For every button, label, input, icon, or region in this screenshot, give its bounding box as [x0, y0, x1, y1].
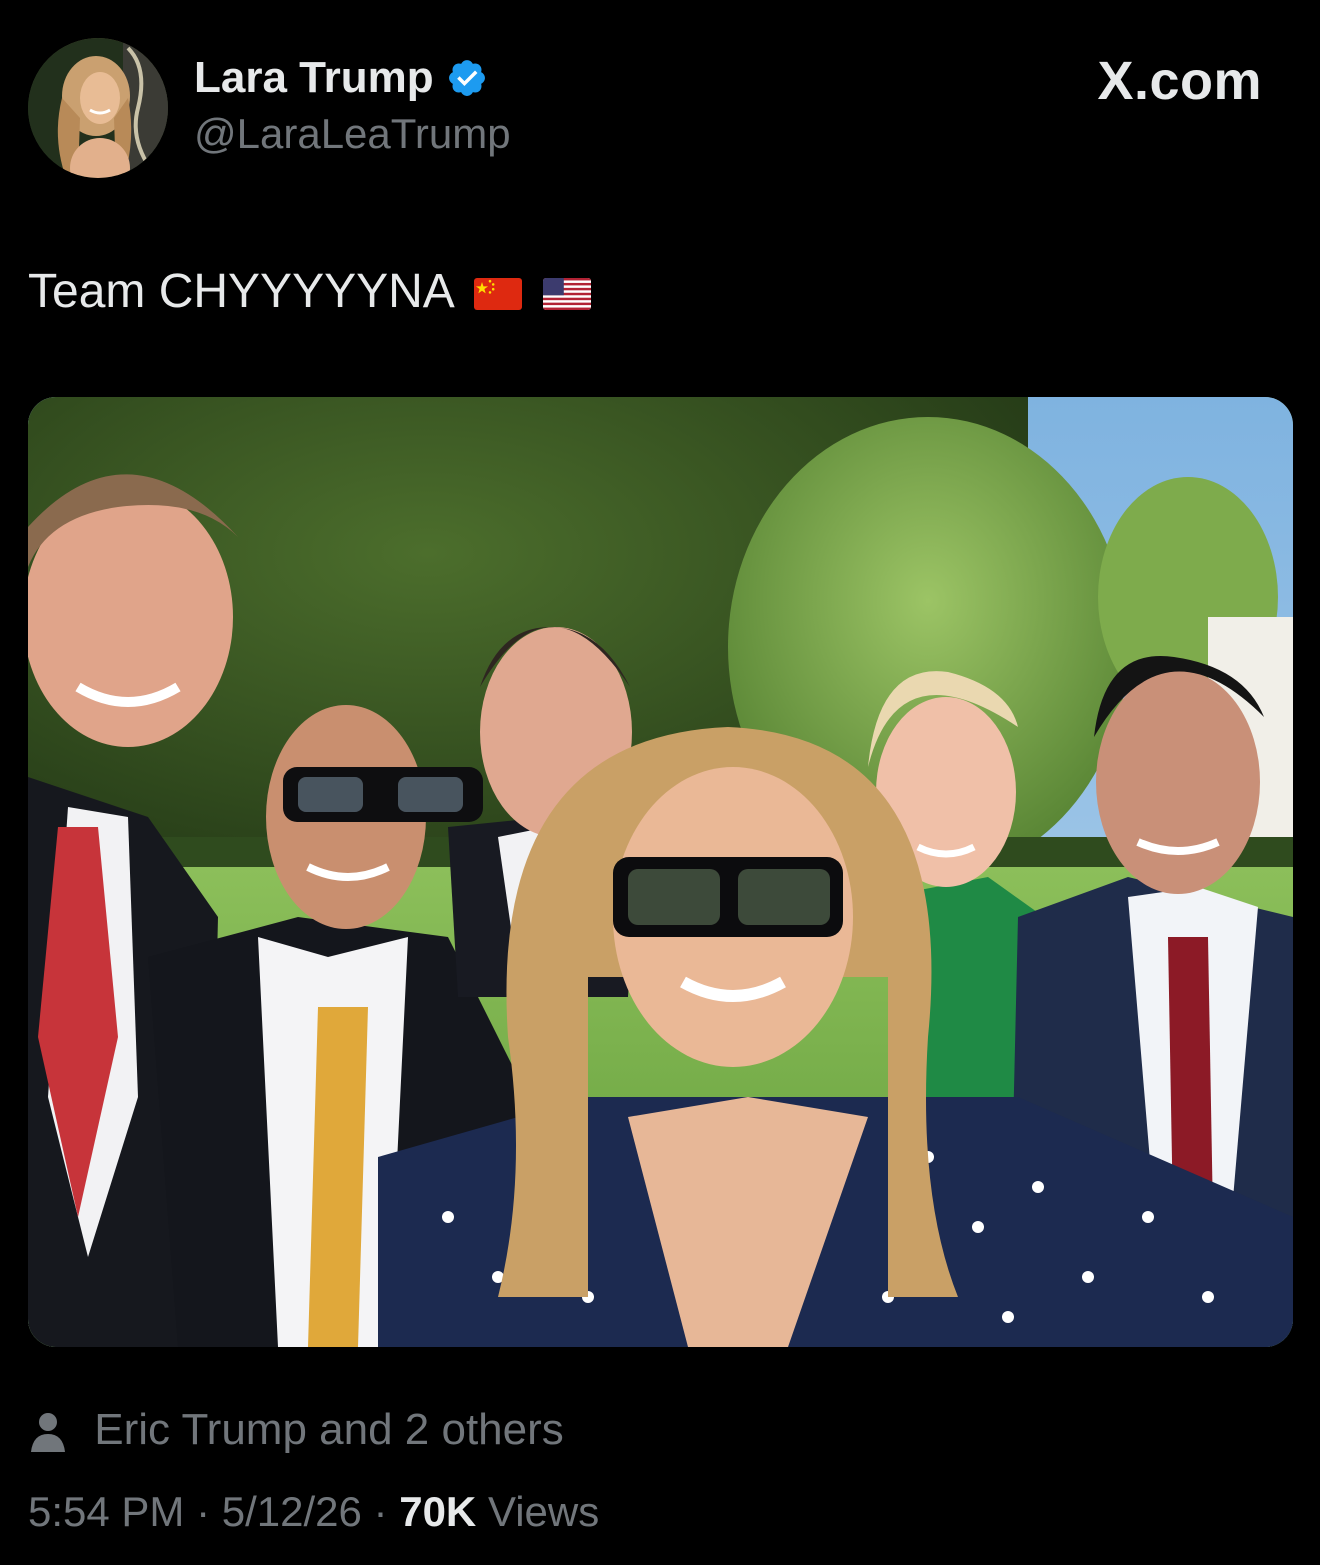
- tweet-photo[interactable]: [28, 397, 1293, 1347]
- display-name[interactable]: Lara Trump: [194, 52, 434, 104]
- person-icon: [31, 1413, 65, 1453]
- liked-by-row[interactable]: Eric Trump and 2 others: [28, 1402, 564, 1458]
- site-label: X.com: [1097, 51, 1262, 111]
- flag-china-icon: [473, 278, 522, 311]
- profile-photo-icon: [28, 38, 168, 178]
- verified-badge-icon: [449, 60, 486, 96]
- tweet-text: Team CHYYYYYNA: [28, 262, 591, 322]
- views-count: 70K: [399, 1488, 477, 1535]
- meta-separator: ·: [361, 1488, 400, 1535]
- tweet-time[interactable]: 5:54 PM: [28, 1488, 184, 1535]
- tweet-meta: 5:54 PM · 5/12/26 · 70K Views: [28, 1484, 599, 1540]
- liked-by-text: Eric Trump and 2 others: [94, 1405, 564, 1454]
- views-label: Views: [487, 1488, 600, 1535]
- avatar[interactable]: [28, 38, 168, 178]
- tweet-date[interactable]: 5/12/26: [222, 1488, 362, 1535]
- tweet-header: Lara Trump @LaraLeaTrump X.com: [28, 38, 1292, 180]
- group-selfie-photo-icon: [28, 397, 1293, 1347]
- meta-separator: ·: [184, 1488, 222, 1535]
- author-handle[interactable]: @LaraLeaTrump: [194, 106, 511, 162]
- author-block[interactable]: Lara Trump @LaraLeaTrump: [194, 52, 511, 162]
- tweet-text-body: Team CHYYYYYNA: [28, 265, 453, 318]
- flag-usa-icon: [542, 278, 591, 311]
